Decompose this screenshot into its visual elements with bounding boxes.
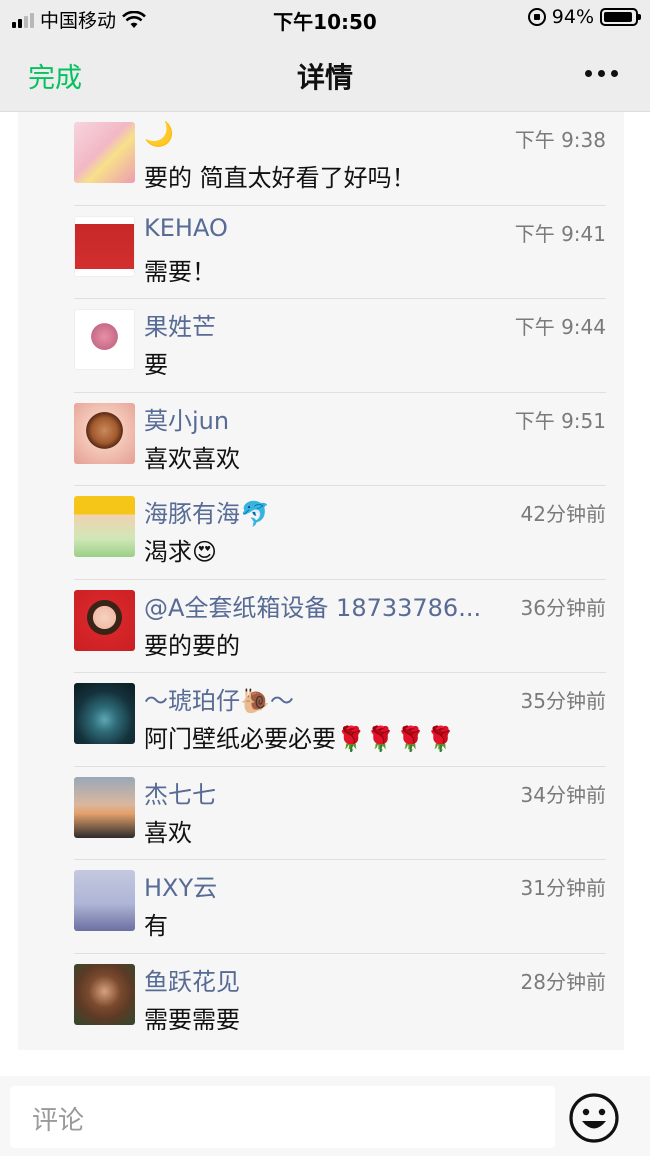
comment-item[interactable]: 果姓芒 下午 9:44 要 <box>74 299 606 393</box>
comment-item[interactable]: 海豚有海🐬 42分钟前渴求😍 <box>74 486 606 580</box>
comment-author[interactable]: HXY云 <box>144 868 217 903</box>
comment-text: 渴求😍 <box>144 538 218 566</box>
avatar[interactable] <box>74 309 135 370</box>
avatar[interactable] <box>74 589 135 651</box>
comment-author[interactable]: 莫小jun <box>144 401 229 436</box>
comment-item[interactable]: ～琥珀仔🐌～ 35分钟前阿门壁纸必要必要🌹🌹🌹🌹 <box>74 673 606 767</box>
comment-time: 下午 9:44 <box>514 315 606 339</box>
page-title: 详情 <box>296 61 353 94</box>
comment-author[interactable]: ～琥珀仔🐌～ <box>144 681 294 716</box>
comment-item[interactable]: 鱼跃花见 28分钟前需要需要 <box>74 954 606 1048</box>
comment-text: 需要！ <box>144 257 216 286</box>
comment-time: 31分钟前 <box>520 876 606 900</box>
avatar[interactable] <box>74 215 135 277</box>
battery-icon <box>600 8 641 26</box>
comment-item[interactable]: 杰七七 34分钟前喜欢 <box>74 767 606 860</box>
avatar[interactable] <box>74 683 135 744</box>
comment-time: 下午 9:41 <box>514 221 606 246</box>
comment-text: 需要需要 <box>144 1005 240 1034</box>
comment-author[interactable]: KEHAO <box>144 214 228 242</box>
comment-item[interactable]: 莫小jun 下午 9:51 喜欢喜欢 <box>74 393 606 486</box>
comment-time: 34分钟前 <box>520 782 606 807</box>
comment-author[interactable]: 鱼跃花见 <box>144 962 240 997</box>
comment-text: 要的 简直太好看了好吗！ <box>144 164 416 192</box>
comment-item[interactable]: @A全套纸箱设备 18733786... 36分钟前要的要的 <box>74 580 606 673</box>
comment-author[interactable]: 果姓芒 <box>144 307 216 342</box>
comment-time: 下午 9:51 <box>514 408 606 433</box>
comment-author[interactable]: 杰七七 <box>144 775 216 810</box>
comment-text: 阿门壁纸必要必要🌹🌹🌹🌹 <box>144 725 456 753</box>
comment-author[interactable]: 海豚有海🐬 <box>144 494 270 529</box>
nav-bar: 完成 详情 <box>0 36 650 112</box>
avatar[interactable] <box>74 870 135 931</box>
comment-text: 要 <box>144 351 168 379</box>
status-right: 94% <box>527 6 641 28</box>
comments-panel: 🌙 下午 9:38 要的 简直太好看了好吗！ KEHAO 下午 9:41 需要！ 果姓芒 下午… <box>18 112 624 1050</box>
comment-text: 喜欢喜欢 <box>144 444 240 473</box>
comment-item[interactable]: HXY云 31分钟前有 <box>74 860 606 954</box>
avatar[interactable] <box>74 122 135 183</box>
comment-item[interactable]: 🌙 下午 9:38 要的 简直太好看了好吗！ <box>74 112 606 206</box>
more-dots-icon[interactable] <box>585 70 618 77</box>
comment-author[interactable]: 🌙 <box>144 120 174 148</box>
avatar[interactable] <box>74 776 135 838</box>
comment-time: 42分钟前 <box>520 502 606 526</box>
comment-input-bar: 评论 <box>0 1076 650 1156</box>
comment-text: 喜欢 <box>144 818 192 847</box>
comment-time: 下午 9:38 <box>514 128 606 152</box>
comment-time: 28分钟前 <box>520 969 606 994</box>
rotation-lock-icon <box>527 8 546 26</box>
avatar[interactable] <box>74 496 135 557</box>
status-bar: 中国移动 下午10:50 94% <box>0 0 650 36</box>
comment-input[interactable]: 评论 <box>10 1086 555 1148</box>
comment-text: 要的要的 <box>144 631 240 660</box>
smiley-face-icon[interactable] <box>568 1092 620 1144</box>
avatar[interactable] <box>74 963 135 1025</box>
comment-time: 35分钟前 <box>520 689 606 713</box>
comment-text: 有 <box>144 912 168 940</box>
comment-time: 36分钟前 <box>520 595 606 620</box>
battery-percent: 94% <box>551 6 594 28</box>
avatar[interactable] <box>74 402 135 464</box>
comment-author[interactable]: @A全套纸箱设备 18733786... <box>144 588 481 623</box>
battery-fill <box>604 12 633 22</box>
comment-item[interactable]: KEHAO 下午 9:41 需要！ <box>74 206 606 299</box>
